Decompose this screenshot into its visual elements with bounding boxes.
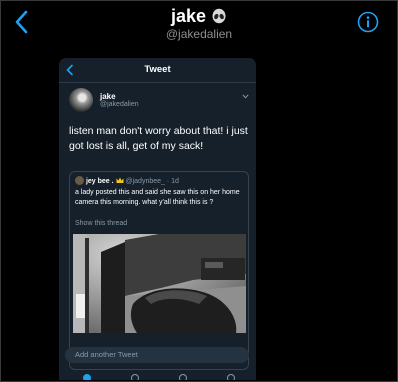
tweet-author-name: jake (100, 92, 116, 101)
quoted-tweet: jey bee . @jadynbee_ · 1d a lady posted … (69, 171, 249, 370)
reply-placeholder: Add another Tweet (75, 350, 138, 359)
crown-icon (116, 177, 124, 183)
tweet-nav-bar: Tweet (59, 58, 256, 83)
tab-home-icon (83, 374, 91, 380)
alien-icon (212, 8, 226, 24)
conversation-handle: @jakedalien (165, 27, 233, 41)
quoted-author-name: jey bee . (85, 178, 114, 185)
tab-messages-icon (227, 374, 235, 380)
tweet-tab-bar (59, 370, 256, 380)
show-thread-link: Show this thread (75, 220, 128, 227)
tab-notifications-icon (179, 374, 187, 380)
add-another-tweet-field: Add another Tweet (65, 347, 249, 363)
conversation-title: jake (0, 6, 398, 27)
quoted-tweet-header: jey bee . @jadynbee_ · 1d (75, 176, 179, 185)
conversation-name: jake (170, 6, 207, 26)
quoted-author-avatar (75, 176, 84, 185)
info-icon[interactable] (357, 11, 379, 33)
chevron-down-icon (242, 94, 249, 99)
quoted-author-meta: @jadynbee_ · 1d (125, 178, 179, 185)
tweet-author-avatar (69, 88, 93, 112)
tab-search-icon (131, 374, 139, 380)
shared-tweet-screenshot[interactable]: Tweet jake @jakedalien listen man don't … (59, 58, 256, 380)
tweet-nav-title: Tweet (144, 64, 171, 75)
quoted-tweet-text: a lady posted this and said she saw this… (75, 189, 240, 206)
tweet-author-handle: @jakedalien (100, 101, 139, 108)
security-camera-image (73, 234, 246, 333)
tweet-text: listen man don't worry about that! i jus… (69, 125, 248, 152)
